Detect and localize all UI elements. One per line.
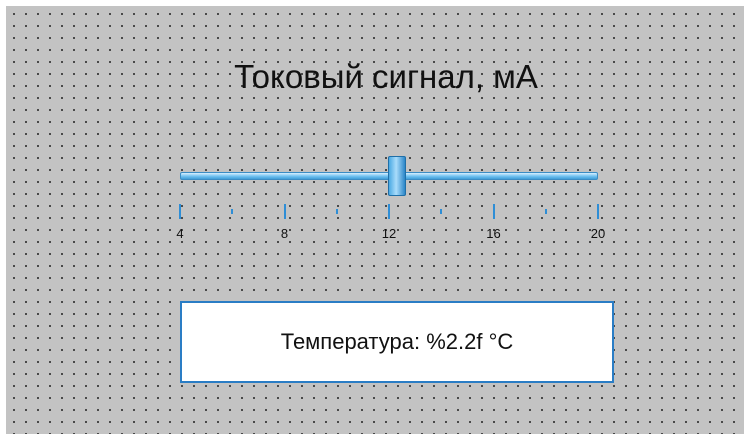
slider-tick-label: 16: [486, 226, 501, 241]
slider-major-tick: [283, 204, 286, 219]
slider-minor-tick: [231, 209, 234, 214]
temperature-display: Температура: %2.2f °C: [180, 301, 614, 383]
slider-tick-label: 4: [176, 226, 184, 241]
slider-thumb[interactable]: [387, 156, 406, 196]
slider-major-tick: [179, 204, 181, 219]
slider-minor-tick: [544, 209, 547, 214]
slider-minor-tick: [335, 209, 338, 214]
temperature-text: Температура: %2.2f °C: [280, 329, 514, 354]
slider-minor-tick: [440, 209, 443, 214]
slider-major-tick: [597, 204, 599, 219]
signal-title: Токовый сигнал, мА: [234, 58, 538, 95]
slider-tick-label: 8: [280, 226, 289, 241]
slider-major-tick: [388, 204, 390, 219]
slider-tick-label: 20: [590, 226, 606, 241]
current-signal-slider[interactable]: 4 8 12 16 20: [176, 156, 606, 246]
design-canvas: Токовый сигнал, мА 4 8 12 16 20 Температура:…: [0, 0, 744, 434]
slider-major-tick: [492, 204, 495, 219]
slider-tick-label: 12: [381, 226, 397, 241]
